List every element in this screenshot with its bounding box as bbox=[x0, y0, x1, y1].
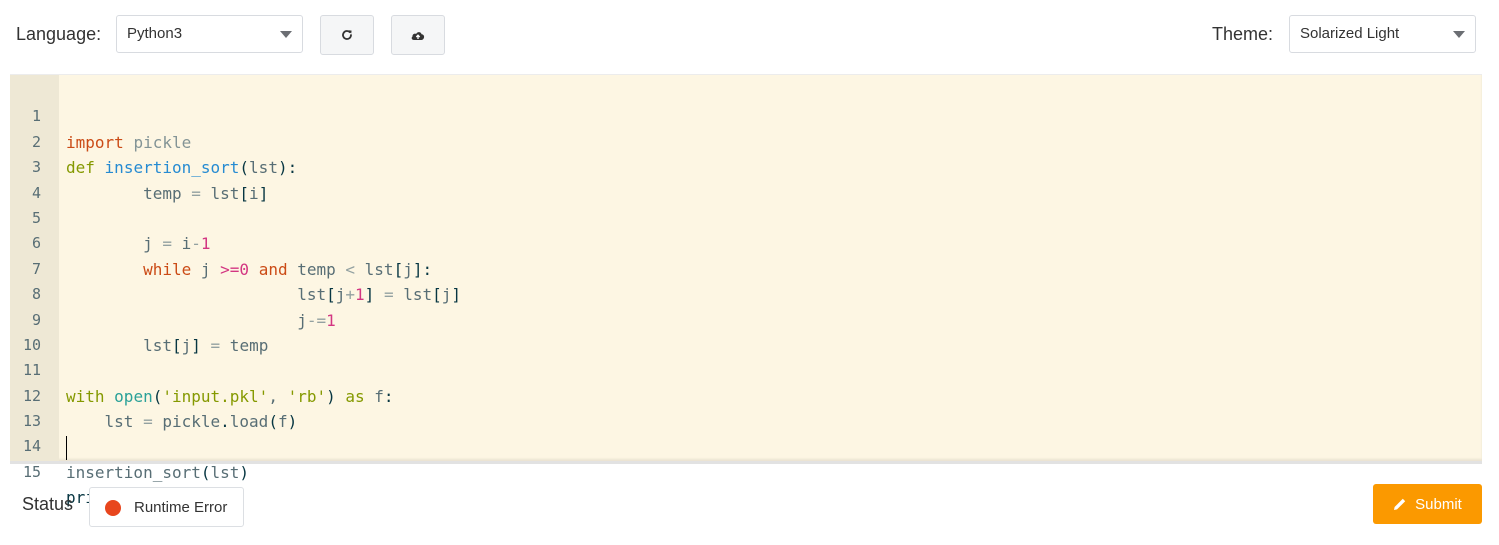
error-dot-icon bbox=[105, 500, 121, 516]
theme-select-value: Solarized Light bbox=[1300, 25, 1400, 42]
toolbar: Language: Python3 Theme: Solarized Light bbox=[0, 0, 1499, 70]
status-value: Runtime Error bbox=[134, 499, 228, 516]
language-select[interactable]: Python3 bbox=[116, 15, 303, 53]
language-select-value: Python3 bbox=[127, 25, 183, 42]
code-line[interactable]: 10 bbox=[10, 308, 1482, 354]
upload-button[interactable] bbox=[391, 15, 445, 55]
chevron-down-icon bbox=[1453, 31, 1465, 38]
code-line[interactable]: 8 j-=1 bbox=[10, 257, 1482, 329]
chevron-down-icon bbox=[280, 31, 292, 38]
code-line[interactable]: 12 lst = pickle.load(f) bbox=[10, 358, 1482, 431]
code-line[interactable]: 5 j = i-1 bbox=[10, 181, 1482, 253]
code-line[interactable]: 14 insertion_sort(lst) bbox=[10, 409, 1482, 481]
code-lines[interactable]: 1 import pickle 2 def insertion_sort(lst… bbox=[10, 79, 1482, 507]
code-line[interactable]: 2 def insertion_sort(lst): bbox=[10, 104, 1482, 177]
reset-button[interactable] bbox=[320, 15, 374, 55]
pencil-icon bbox=[1394, 498, 1406, 510]
submit-button[interactable]: Submit bbox=[1373, 484, 1482, 524]
theme-select[interactable]: Solarized Light bbox=[1289, 15, 1476, 53]
code-editor[interactable]: 1 import pickle 2 def insertion_sort(lst… bbox=[10, 74, 1482, 507]
code-line[interactable]: 7 lst[j+1] = lst[j] bbox=[10, 231, 1482, 304]
code-text[interactable]: insertion_sort(lst) bbox=[66, 460, 249, 485]
code-line[interactable]: 13 bbox=[10, 384, 1482, 460]
line-number: 15 bbox=[22, 462, 41, 481]
code-line[interactable]: 11 with open('input.pkl', 'rb') as f: bbox=[10, 333, 1482, 405]
status-label: Status bbox=[22, 494, 74, 514]
code-line[interactable]: 9 lst[j] = temp bbox=[10, 282, 1482, 355]
submit-label: Submit bbox=[1415, 495, 1462, 513]
code-line[interactable]: 6 while j >=0 and temp < lst[j]: bbox=[10, 206, 1482, 278]
code-line[interactable]: 4 bbox=[10, 155, 1482, 202]
code-line[interactable]: 15 print(lst) bbox=[10, 434, 1482, 507]
theme-label: Theme: bbox=[1212, 24, 1274, 44]
language-label: Language: bbox=[16, 24, 102, 44]
refresh-icon bbox=[342, 30, 352, 40]
code-line[interactable]: 1 import pickle bbox=[10, 79, 1482, 151]
cloud-upload-icon bbox=[411, 32, 425, 40]
status-badge: Runtime Error bbox=[89, 487, 244, 527]
code-line[interactable]: 3 temp = lst[i] bbox=[10, 130, 1482, 202]
